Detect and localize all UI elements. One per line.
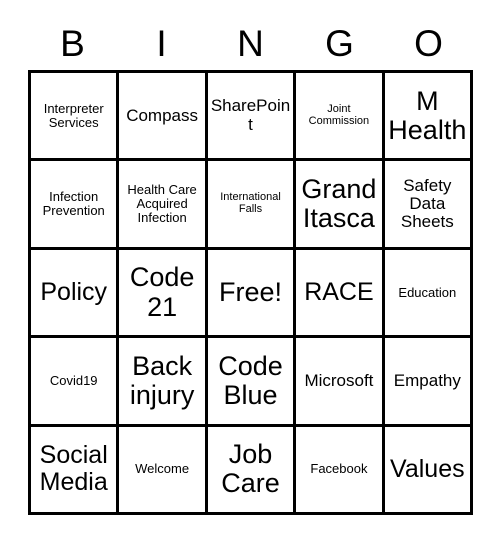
header-letter-i: I: [156, 22, 167, 64]
bingo-cell-label: M Health: [388, 85, 467, 145]
bingo-cell[interactable]: Covid19: [31, 338, 120, 427]
header-letter-n: N: [237, 22, 264, 64]
bingo-cell-label: Code Blue: [218, 350, 283, 410]
bingo-cell[interactable]: M Health: [384, 73, 474, 162]
bingo-cell[interactable]: Joint Commission: [296, 73, 385, 162]
bingo-card: B I N G O Interpreter Services Compass S…: [0, 0, 501, 544]
bingo-header: B I N G O: [28, 16, 473, 70]
bingo-cell[interactable]: Code Blue: [207, 338, 297, 427]
header-letter-g: G: [325, 22, 354, 64]
bingo-cell-label: International Falls: [220, 191, 281, 216]
bingo-grid: Interpreter Services Compass SharePoint …: [28, 70, 474, 516]
bingo-row: Policy Code 21 Free! RACE Education: [31, 249, 474, 339]
bingo-cell[interactable]: Microsoft: [296, 338, 385, 427]
bingo-cell[interactable]: International Falls: [207, 161, 297, 250]
bingo-cell[interactable]: Interpreter Services: [31, 73, 120, 162]
bingo-cell[interactable]: Policy: [31, 249, 120, 339]
bingo-cell-label: Grand Itasca: [301, 173, 377, 234]
bingo-cell-free[interactable]: Free!: [207, 249, 297, 339]
bingo-row: Covid19 Back injury Code Blue Microsoft …: [31, 338, 474, 427]
bingo-cell-label: Free!: [219, 276, 283, 307]
bingo-cell-label: Health Care Acquired Infection: [127, 182, 197, 226]
bingo-cell-label: Infection Prevention: [42, 189, 105, 219]
bingo-cell[interactable]: Values: [384, 426, 474, 516]
bingo-cell[interactable]: Compass: [119, 73, 208, 162]
bingo-row: Infection Prevention Health Care Acquire…: [31, 161, 474, 250]
bingo-cell-label: Education: [398, 284, 457, 300]
bingo-cell[interactable]: Facebook: [296, 426, 385, 516]
bingo-cell[interactable]: Job Care: [207, 426, 297, 516]
bingo-row: Interpreter Services Compass SharePoint …: [31, 73, 474, 162]
bingo-cell[interactable]: Social Media: [31, 426, 120, 516]
bingo-cell[interactable]: Health Care Acquired Infection: [119, 161, 208, 250]
bingo-cell-label: Facebook: [310, 461, 368, 477]
bingo-cell-label: Job Care: [221, 439, 280, 499]
bingo-cell-label: Code 21: [129, 262, 195, 322]
bingo-cell[interactable]: Back injury: [119, 338, 208, 427]
bingo-cell-label: Social Media: [39, 441, 108, 497]
bingo-cell-label: Back injury: [129, 350, 195, 410]
bingo-cell-label: Empathy: [393, 370, 461, 390]
bingo-cell-label: Covid19: [49, 372, 98, 388]
header-letter-b: B: [60, 22, 85, 64]
bingo-row: Social Media Welcome Job Care Facebook V…: [31, 426, 474, 516]
bingo-cell[interactable]: Infection Prevention: [31, 161, 120, 250]
bingo-cell-label: Welcome: [135, 461, 190, 477]
bingo-cell[interactable]: Empathy: [384, 338, 474, 427]
bingo-cell-label: Values: [390, 454, 465, 483]
header-letter-o: O: [414, 22, 443, 64]
bingo-cell-label: RACE: [304, 278, 374, 307]
bingo-cell-label: Policy: [40, 278, 108, 307]
bingo-cell[interactable]: Education: [384, 249, 474, 339]
bingo-cell[interactable]: SharePoint: [207, 73, 297, 162]
bingo-cell-label: Interpreter Services: [43, 100, 104, 130]
bingo-cell[interactable]: Welcome: [119, 426, 208, 516]
bingo-cell[interactable]: Safety Data Sheets: [384, 161, 474, 250]
bingo-cell[interactable]: RACE: [296, 249, 385, 339]
bingo-cell-label: Microsoft: [304, 370, 374, 390]
bingo-cell-label: SharePoint: [210, 96, 291, 134]
bingo-cell[interactable]: Code 21: [119, 249, 208, 339]
bingo-cell-label: Safety Data Sheets: [400, 175, 454, 232]
bingo-cell-label: Compass: [126, 105, 199, 125]
bingo-cell-label: Joint Commission: [308, 102, 370, 127]
bingo-cell[interactable]: Grand Itasca: [296, 161, 385, 250]
